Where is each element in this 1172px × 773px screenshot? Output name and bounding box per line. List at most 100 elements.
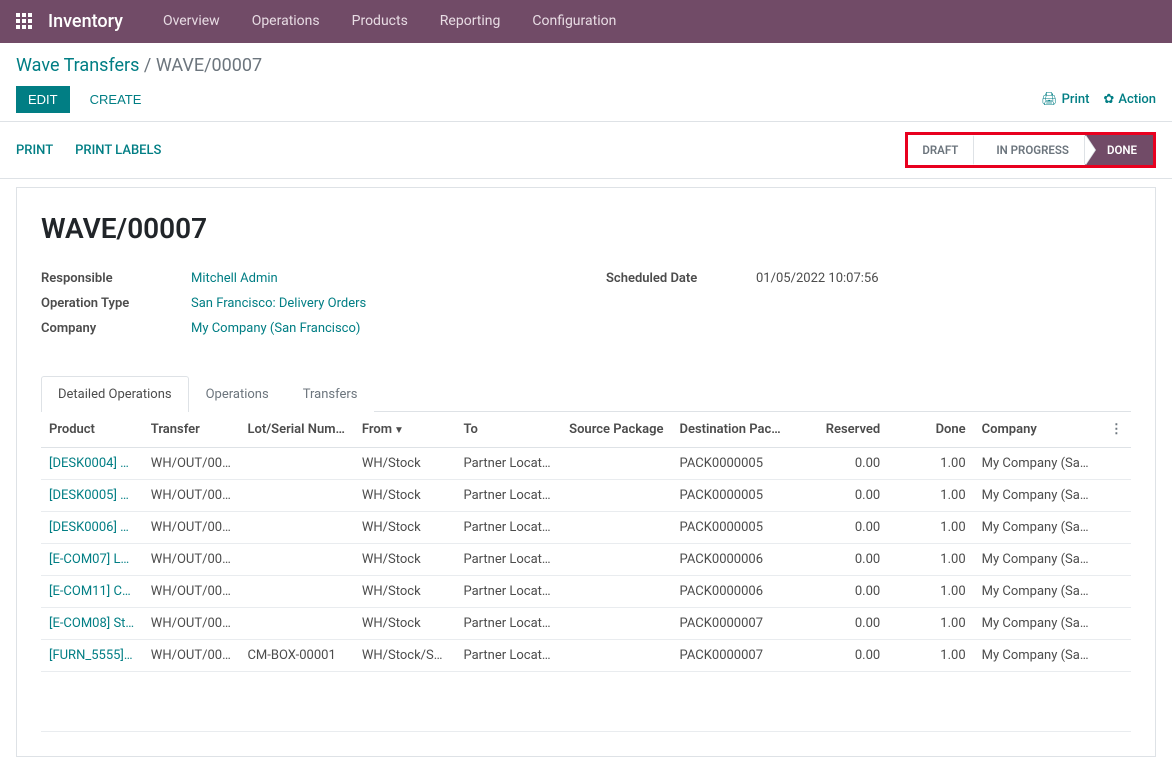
cell-lot xyxy=(239,576,353,608)
cell-dest-package: PACK0000005 xyxy=(672,448,792,480)
cell-from: WH/Stock xyxy=(354,512,456,544)
company-label: Company xyxy=(41,321,191,336)
cell-lot xyxy=(239,608,353,640)
cell-company: My Company (San… xyxy=(974,576,1102,608)
th-to[interactable]: To xyxy=(455,412,561,448)
table-row[interactable]: [E-COM11] Cabi…WH/OUT/000… WH/StockPartne… xyxy=(41,576,1131,608)
cell-from: WH/Stock xyxy=(354,480,456,512)
cell-lot xyxy=(239,448,353,480)
cell-from: WH/Stock xyxy=(354,544,456,576)
th-from[interactable]: From▼ xyxy=(354,412,456,448)
cell-lot: CM-BOX-00001 xyxy=(239,640,353,672)
cell-source-package xyxy=(561,512,671,544)
cell-lot xyxy=(239,544,353,576)
cell-reserved: 0.00 xyxy=(791,512,888,544)
cell-dest-package: PACK0000007 xyxy=(672,608,792,640)
content: WAVE/00007 Responsible Mitchell Admin Op… xyxy=(0,179,1172,773)
table-row[interactable]: [DESK0005] Cu…WH/OUT/000…WH/StockPartner… xyxy=(41,480,1131,512)
print-button[interactable]: 🖨 Print xyxy=(1041,92,1089,107)
table-row[interactable]: [FURN_5555] C…WH/OUT/000…CM-BOX-00001WH/… xyxy=(41,640,1131,672)
table-row[interactable]: [DESK0006] Cu…WH/OUT/000…WH/StockPartner… xyxy=(41,512,1131,544)
nav-reporting[interactable]: Reporting xyxy=(424,0,517,43)
th-company[interactable]: Company xyxy=(974,412,1102,448)
breadcrumb-sep: / xyxy=(144,55,156,76)
cell-from: WH/Stock xyxy=(354,576,456,608)
operation-type-value[interactable]: San Francisco: Delivery Orders xyxy=(191,296,366,311)
tab-transfers[interactable]: Transfers xyxy=(286,376,375,412)
th-reserved[interactable]: Reserved xyxy=(791,412,888,448)
nav-overview[interactable]: Overview xyxy=(147,0,236,43)
edit-button[interactable]: Edit xyxy=(16,86,70,113)
nav-products[interactable]: Products xyxy=(336,0,424,43)
cell-done: 1.00 xyxy=(888,608,973,640)
cell-spacer xyxy=(1102,544,1131,576)
th-source-package[interactable]: Source Package xyxy=(561,412,671,448)
toolbar: Edit Create 🖨 Print ✿ Action xyxy=(16,86,1156,113)
table-row[interactable]: [E-COM07] Larg…WH/OUT/000…WH/StockPartne… xyxy=(41,544,1131,576)
breadcrumb-root[interactable]: Wave Transfers xyxy=(16,55,139,76)
th-lot[interactable]: Lot/Serial Num… xyxy=(239,412,353,448)
cell-transfer: WH/OUT/000… xyxy=(143,576,240,608)
brand-title[interactable]: Inventory xyxy=(48,11,123,32)
cell-company: My Company (San… xyxy=(974,640,1102,672)
cell-transfer: WH/OUT/000… xyxy=(143,640,240,672)
print-action[interactable]: Print xyxy=(16,143,53,158)
cell-spacer xyxy=(1102,480,1131,512)
table-row[interactable]: [E-COM08] Stor…WH/OUT/000…WH/StockPartne… xyxy=(41,608,1131,640)
print-labels-action[interactable]: Print Labels xyxy=(75,143,161,158)
cell-spacer xyxy=(1102,640,1131,672)
action-label: Action xyxy=(1118,92,1156,107)
create-button[interactable]: Create xyxy=(80,86,152,113)
cell-to: Partner Locations… xyxy=(455,544,561,576)
cell-company: My Company (San… xyxy=(974,608,1102,640)
th-dest-package[interactable]: Destination Pac… xyxy=(672,412,792,448)
status-done-label: Done xyxy=(1107,143,1137,157)
status-draft[interactable]: Draft xyxy=(908,135,974,165)
tab-operations[interactable]: Operations xyxy=(189,376,286,412)
field-grid: Responsible Mitchell Admin Operation Typ… xyxy=(41,271,1131,346)
cell-source-package xyxy=(561,480,671,512)
scheduled-date-value: 01/05/2022 10:07:56 xyxy=(756,271,879,286)
th-done[interactable]: Done xyxy=(888,412,973,448)
cell-lot xyxy=(239,480,353,512)
status-in-progress[interactable]: In Progress xyxy=(974,135,1085,165)
cell-product: [DESK0005] Cu… xyxy=(41,480,143,512)
cell-done: 1.00 xyxy=(888,448,973,480)
tab-detailed-operations[interactable]: Detailed Operations xyxy=(41,376,189,412)
th-options-icon[interactable]: ⋮ xyxy=(1102,412,1131,448)
th-transfer[interactable]: Transfer xyxy=(143,412,240,448)
status-draft-label: Draft xyxy=(922,143,958,157)
cell-product: [E-COM11] Cabi… xyxy=(41,576,143,608)
cell-reserved: 0.00 xyxy=(791,608,888,640)
topnav: Overview Operations Products Reporting C… xyxy=(147,0,632,43)
responsible-value[interactable]: Mitchell Admin xyxy=(191,271,278,286)
form-sheet: WAVE/00007 Responsible Mitchell Admin Op… xyxy=(16,187,1156,757)
cell-company: My Company (San… xyxy=(974,448,1102,480)
sort-desc-icon: ▼ xyxy=(394,425,404,436)
cell-source-package xyxy=(561,448,671,480)
table-body: [DESK0004] Cu…WH/OUT/000…WH/StockPartner… xyxy=(41,448,1131,732)
cell-to: Partner Locations… xyxy=(455,512,561,544)
cell-done: 1.00 xyxy=(888,480,973,512)
cell-to: Partner Locations… xyxy=(455,576,561,608)
operation-type-label: Operation Type xyxy=(41,296,191,311)
cell-transfer: WH/OUT/000… xyxy=(143,608,240,640)
print-icon: 🖨 xyxy=(1041,92,1058,107)
cell-done: 1.00 xyxy=(888,576,973,608)
cell-spacer xyxy=(1102,512,1131,544)
breadcrumb-current: WAVE/00007 xyxy=(156,55,262,76)
th-product[interactable]: Product xyxy=(41,412,143,448)
cell-company: My Company (San… xyxy=(974,512,1102,544)
cell-spacer xyxy=(1102,448,1131,480)
cell-product: [DESK0004] Cu… xyxy=(41,448,143,480)
company-value[interactable]: My Company (San Francisco) xyxy=(191,321,360,336)
cell-spacer xyxy=(1102,608,1131,640)
cell-product: [E-COM07] Larg… xyxy=(41,544,143,576)
table-row[interactable]: [DESK0004] Cu…WH/OUT/000…WH/StockPartner… xyxy=(41,448,1131,480)
nav-configuration[interactable]: Configuration xyxy=(516,0,632,43)
apps-icon[interactable] xyxy=(16,13,34,31)
cell-reserved: 0.00 xyxy=(791,448,888,480)
responsible-label: Responsible xyxy=(41,271,191,286)
action-button[interactable]: ✿ Action xyxy=(1103,92,1156,107)
nav-operations[interactable]: Operations xyxy=(236,0,336,43)
